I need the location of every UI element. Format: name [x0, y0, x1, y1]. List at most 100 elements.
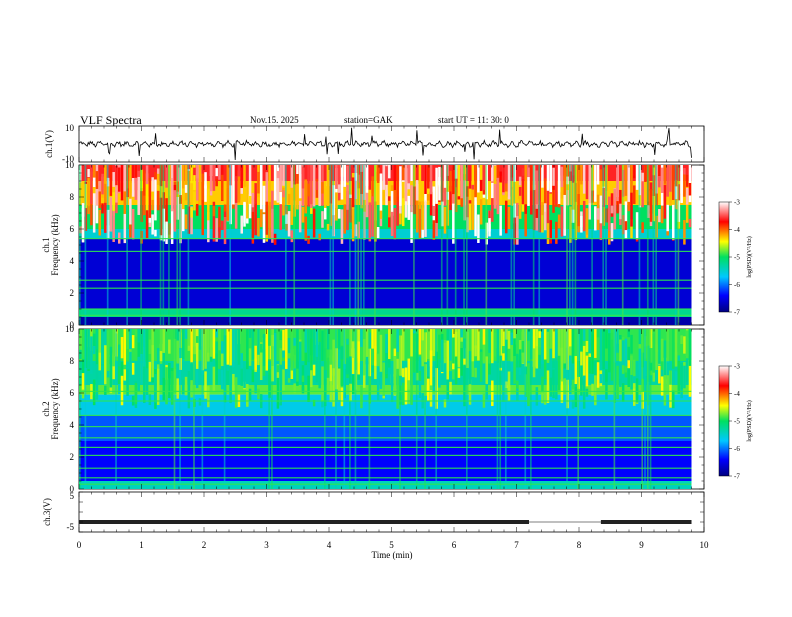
spectrogram-speckle	[243, 367, 246, 389]
spectrogram-speckle	[599, 374, 603, 384]
spectrogram-speckle	[156, 173, 160, 185]
spectrogram-speckle	[454, 356, 458, 385]
spectrogram-speckle	[343, 204, 346, 234]
spectrogram-speckle	[535, 346, 539, 369]
spectrogram-streak	[84, 165, 87, 325]
frequency-tick-label: 4	[70, 256, 75, 266]
spectrogram-speckle	[109, 165, 113, 196]
spectrogram-speckle	[396, 201, 399, 226]
spectrogram-speckle	[538, 340, 541, 348]
spectrogram-speckle	[621, 383, 625, 402]
colorbar-tick-label: -4	[734, 226, 740, 234]
spectrogram-speckle	[432, 220, 436, 241]
spectrogram-speckle	[301, 166, 305, 189]
spectrogram-speckle	[580, 215, 583, 233]
spectrogram-speckle	[638, 348, 642, 380]
spectrogram-speckle	[184, 329, 188, 339]
spectrogram-speckle	[582, 345, 586, 376]
spectrogram-speckle	[599, 195, 603, 224]
narrowband-line	[79, 454, 692, 456]
spectrogram-speckle	[156, 190, 160, 211]
spectrogram-speckle	[351, 203, 355, 242]
spectrogram-streak	[360, 165, 362, 325]
spectrogram-speckle	[218, 165, 221, 180]
spectrogram-speckle	[240, 368, 243, 386]
spectrogram-speckle	[92, 193, 96, 233]
ch1-colorbar-label: log(PSD)(V²/Hz)	[746, 236, 753, 277]
spectrogram-speckle	[310, 338, 313, 371]
spectrogram-speckle	[165, 221, 168, 245]
spectrogram-speckle	[655, 329, 658, 371]
spectrogram-speckle	[104, 202, 107, 233]
spectrogram-speckle	[594, 165, 597, 202]
spectrogram-speckle	[446, 379, 450, 400]
spectrogram-speckle	[432, 329, 436, 357]
spectrogram-speckle	[279, 165, 282, 192]
spectrogram-streak	[349, 329, 351, 489]
spectrogram-speckle	[666, 165, 669, 197]
spectrogram-speckle	[293, 354, 296, 369]
spectrogram-speckle	[101, 203, 104, 214]
spectrogram-speckle	[479, 351, 483, 382]
spectrogram-streak	[465, 329, 468, 489]
spectrogram-speckle	[176, 378, 179, 399]
spectrogram-speckle	[674, 371, 678, 385]
spectrogram-speckle	[276, 377, 280, 409]
spectrogram-speckle	[610, 339, 614, 381]
spectrogram-speckle	[427, 329, 430, 359]
spectrogram-speckle	[460, 329, 463, 338]
spectrogram-speckle	[326, 223, 330, 231]
spectrogram-speckle	[379, 173, 383, 211]
spectrogram-speckle	[407, 195, 411, 220]
spectrogram-speckle	[209, 165, 213, 192]
spectrogram-speckle	[265, 201, 269, 235]
spectrogram-speckle	[162, 352, 166, 378]
spectrogram-speckle	[577, 194, 580, 227]
spectrogram-speckle	[518, 195, 522, 219]
spectrogram-speckle	[374, 329, 377, 366]
spectrogram-speckle	[633, 185, 636, 204]
spectrogram-speckle	[165, 367, 168, 405]
spectrogram-speckle	[226, 370, 230, 385]
spectrogram-speckle	[104, 385, 107, 395]
spectrogram-speckle	[140, 353, 143, 385]
ch3-ylabel: ch.3(V)	[42, 498, 52, 526]
spectrogram-speckle	[672, 329, 675, 369]
spectrogram-speckle	[557, 350, 561, 391]
spectrogram-speckle	[193, 167, 196, 176]
spectrogram-speckle	[491, 380, 494, 406]
spectrogram-speckle	[580, 329, 583, 352]
spectrogram-speckle	[468, 351, 472, 385]
spectrogram-speckle	[204, 185, 207, 202]
spectrogram-speckle	[474, 367, 477, 378]
spectrogram-speckle	[443, 187, 447, 206]
spectrogram-speckle	[488, 352, 491, 364]
spectrogram-speckle	[290, 187, 294, 225]
spectrogram-speckle	[112, 172, 115, 187]
spectrogram-speckle	[463, 364, 466, 407]
spectrogram-speckle	[688, 329, 692, 366]
spectrogram-speckle	[351, 341, 355, 358]
spectrogram-speckle	[401, 382, 405, 406]
ch2-spectrogram-image	[79, 329, 692, 489]
spectrogram-speckle	[680, 171, 683, 203]
spectrogram-streak	[329, 165, 332, 325]
spectrogram-speckle	[296, 329, 299, 369]
spectrogram-streak	[577, 329, 580, 489]
frequency-tick-label: 6	[70, 224, 75, 234]
spectrogram-speckle	[357, 341, 360, 375]
spectrogram-speckle	[301, 207, 305, 223]
spectrogram-speckle	[190, 165, 193, 184]
spectrogram-speckle	[385, 166, 388, 185]
spectrogram-speckle	[658, 165, 661, 176]
spectrogram-speckle	[555, 165, 558, 205]
spectrogram-speckle	[563, 194, 566, 235]
spectrogram-speckle	[220, 353, 224, 367]
spectrogram-speckle	[296, 165, 299, 174]
spectrogram-speckle	[635, 165, 639, 190]
spectrogram-speckle	[660, 338, 664, 362]
spectrogram-speckle	[446, 340, 450, 381]
spectrogram-band	[79, 385, 692, 395]
spectrogram-speckle	[552, 167, 555, 186]
spectrogram-speckle	[154, 179, 157, 221]
